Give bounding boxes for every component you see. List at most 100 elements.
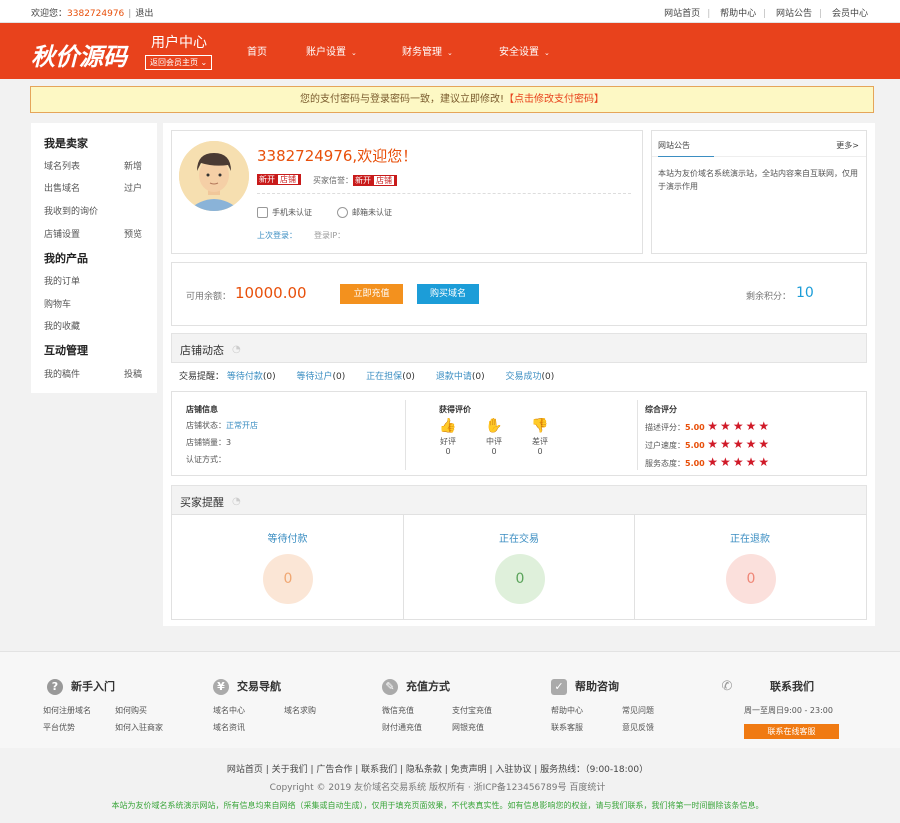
- email-verify[interactable]: 邮箱未认证: [337, 207, 392, 218]
- back-home-button[interactable]: 返回会员主页 ⌄: [145, 55, 212, 70]
- trade-in-escrow[interactable]: 正在担保(0): [366, 372, 415, 382]
- active-tab-underline: [658, 156, 714, 157]
- buyer-credit-label: 买家信誉：: [313, 176, 353, 185]
- user-trade-icon: ¥: [213, 679, 229, 695]
- divider: [637, 400, 638, 470]
- footer-link[interactable]: 域名资讯: [213, 722, 245, 733]
- nav-security[interactable]: 安全设置⌄: [499, 43, 550, 58]
- review-label: 中评: [486, 437, 502, 446]
- sidebar-item-orders[interactable]: 我的订单: [44, 274, 80, 287]
- footer-link[interactable]: 微信充值: [382, 705, 414, 716]
- email-status: 邮箱未认证: [352, 208, 392, 217]
- review-title: 获得评价: [439, 404, 471, 415]
- change-pay-password-link[interactable]: 【点击修改支付密码】: [504, 94, 604, 105]
- nav-finance-label: 财务管理: [402, 47, 442, 58]
- login-ip: 登录IP：: [314, 230, 345, 241]
- sidebar-item-manuscripts[interactable]: 我的稿件: [44, 367, 80, 380]
- remind-count: 0: [263, 554, 313, 604]
- remind-awaiting-payment[interactable]: 等待付款 0: [172, 515, 403, 619]
- footer-link[interactable]: 如何入驻商家: [115, 722, 163, 733]
- footer-col-title: 新手入门: [71, 680, 115, 693]
- phone-verify[interactable]: 手机未认证: [257, 207, 312, 218]
- sidebar-item-submit[interactable]: 投稿: [124, 367, 142, 380]
- top-link-member[interactable]: 会员中心: [832, 9, 868, 19]
- footer-link[interactable]: 帮助中心: [551, 705, 583, 716]
- buy-domain-button[interactable]: 购买域名: [417, 284, 479, 304]
- footer-link[interactable]: 平台优势: [43, 722, 75, 733]
- footer-link[interactable]: 支付宝充值: [452, 705, 492, 716]
- trade-success[interactable]: 交易成功(0): [505, 372, 554, 382]
- top-link-help[interactable]: 帮助中心: [720, 9, 756, 19]
- announcement-body[interactable]: 本站为友价域名系统演示站，全站内容来自互联网，仅用于演示作用: [658, 167, 858, 193]
- trade-awaiting-transfer[interactable]: 等待过户(0): [297, 372, 346, 382]
- top-bar: 欢迎您：3382724976|退出 网站首页| 帮助中心| 网站公告| 会员中心: [0, 0, 900, 23]
- sidebar-item-inquiries[interactable]: 我收到的询价: [44, 204, 98, 217]
- remind-label[interactable]: 正在交易: [404, 530, 634, 545]
- footer-link[interactable]: 如何购买: [115, 705, 147, 716]
- footer-link[interactable]: 意见反馈: [622, 722, 654, 733]
- announcement-more-link[interactable]: 更多>: [836, 140, 859, 151]
- rss-icon: ◔: [232, 344, 242, 354]
- shop-status-value[interactable]: 正常开店: [226, 421, 258, 430]
- sidebar-item-sell-domain[interactable]: 出售域名: [44, 181, 80, 194]
- review-good: 👍好评0: [433, 418, 463, 456]
- chevron-down-icon: ⌄: [447, 49, 453, 57]
- trade-awaiting-payment[interactable]: 等待付款(0): [227, 372, 276, 382]
- sidebar-item-shop-settings[interactable]: 店铺设置: [44, 227, 80, 240]
- online-service-button[interactable]: 联系在线客服: [744, 724, 839, 739]
- recharge-button[interactable]: 立即充值: [340, 284, 403, 304]
- footer-nav-links[interactable]: 网站首页 | 关于我们 | 广告合作 | 联系我们 | 隐私条款 | 免责声明 …: [0, 762, 875, 775]
- announcement-title[interactable]: 网站公告: [658, 140, 690, 151]
- nav-finance[interactable]: 财务管理 ⌄: [402, 43, 453, 58]
- sidebar-item-cart[interactable]: 购物车: [44, 297, 71, 310]
- disclaimer: 本站为友价域名系统演示网站，所有信息均来自网络（采集或自动生成），仅用于填充页面…: [0, 800, 875, 811]
- sidebar-heading-interaction: 互动管理: [44, 342, 88, 358]
- trade-refund-request[interactable]: 退款中请(0): [436, 372, 485, 382]
- avatar: [179, 141, 249, 211]
- shop-status: 店铺状态：正常开店: [186, 420, 258, 431]
- user-id[interactable]: 3382724976: [67, 9, 124, 19]
- footer-links: ?新手入门 如何注册域名 如何购买 平台优势 如何入驻商家 ¥交易导航 域名中心…: [0, 651, 900, 748]
- footer-link[interactable]: 域名中心: [213, 705, 245, 716]
- remind-in-trade[interactable]: 正在交易 0: [403, 515, 634, 619]
- rss-icon: ◔: [232, 496, 242, 506]
- logout-link[interactable]: 退出: [135, 9, 153, 19]
- footer-link[interactable]: 联系客服: [551, 722, 583, 733]
- footer-link[interactable]: 常见问题: [622, 705, 654, 716]
- mail-icon: [337, 207, 348, 218]
- footer-col-trade: ¥交易导航: [213, 678, 281, 695]
- remind-label[interactable]: 正在退款: [635, 530, 865, 545]
- remind-refunding[interactable]: 正在退款 0: [634, 515, 865, 619]
- top-link-home[interactable]: 网站首页: [664, 9, 700, 19]
- user-center-title: 用户中心: [151, 32, 207, 52]
- last-login: 上次登录：: [257, 230, 297, 241]
- top-link-notice[interactable]: 网站公告: [776, 9, 812, 19]
- footer-link[interactable]: 域名求购: [284, 705, 316, 716]
- notice-text: 您的支付密码与登录密码一致，建议立即修改!: [300, 94, 504, 105]
- footer-link[interactable]: 财付通充值: [382, 722, 422, 733]
- shop-dynamic-header: 店铺动态 ◔: [171, 333, 867, 363]
- review-count: 0: [537, 447, 542, 456]
- sidebar-item-add[interactable]: 新增: [124, 159, 142, 172]
- footer-link[interactable]: 网银充值: [452, 722, 484, 733]
- remind-count: 0: [726, 554, 776, 604]
- sidebar-heading-seller: 我是卖家: [44, 135, 88, 151]
- copyright: Copyright © 2019 友价域名交易系统 版权所有 · 浙ICP备12…: [0, 780, 875, 793]
- divider: [405, 400, 406, 470]
- footer-link[interactable]: 如何注册域名: [43, 705, 91, 716]
- rating-title: 综合评分: [645, 404, 677, 415]
- balance-label: 可用余额：: [186, 289, 231, 302]
- welcome-text: 欢迎您：: [31, 9, 67, 19]
- sidebar-item-favorites[interactable]: 我的收藏: [44, 319, 80, 332]
- trade-item-label: 正在担保: [366, 372, 402, 382]
- nav-account-settings[interactable]: 账户设置⌄: [306, 43, 357, 58]
- sidebar-heading-products: 我的产品: [44, 250, 88, 266]
- nav-home[interactable]: 首页: [247, 43, 267, 58]
- review-count: 0: [491, 447, 496, 456]
- sidebar-item-transfer[interactable]: 过户: [124, 181, 142, 194]
- site-logo[interactable]: 秋价源码: [31, 37, 127, 72]
- welcome-greeting: 3382724976,欢迎您！: [257, 145, 417, 166]
- sidebar-item-preview[interactable]: 预览: [124, 227, 142, 240]
- sidebar-item-domain-list[interactable]: 域名列表: [44, 159, 80, 172]
- remind-label[interactable]: 等待付款: [172, 530, 403, 545]
